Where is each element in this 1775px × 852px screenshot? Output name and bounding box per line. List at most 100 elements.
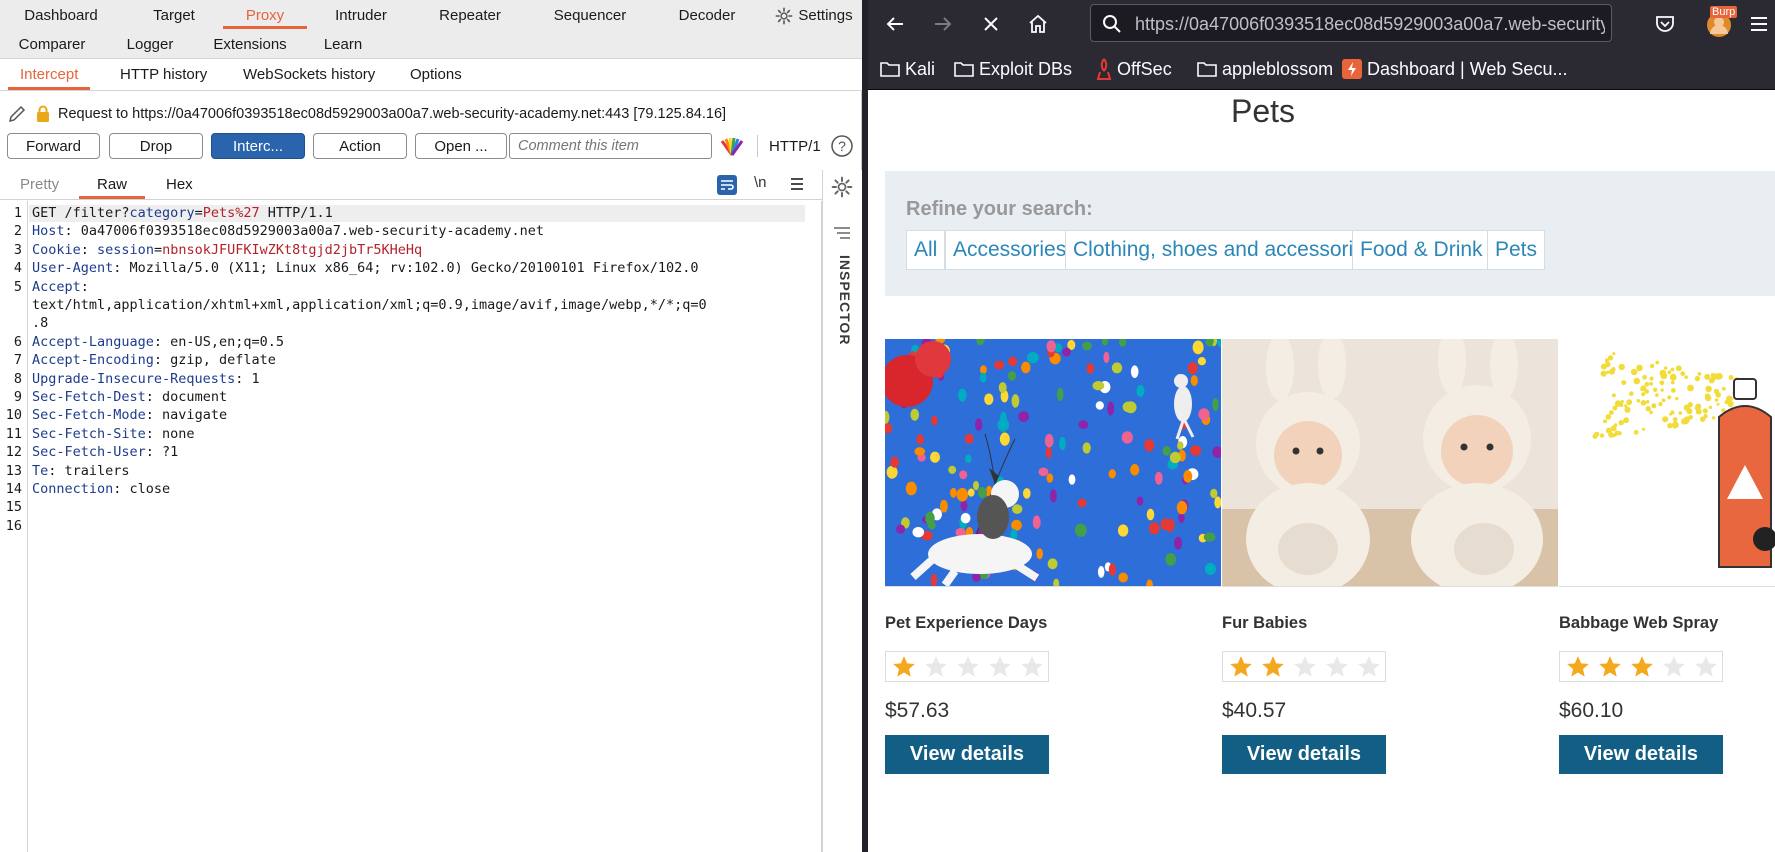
view-details-button[interactable]: View details [1222,735,1386,774]
subtab-websockets-history[interactable]: WebSockets history [243,59,375,90]
tab-comparer[interactable]: Comparer [0,31,104,58]
star-empty-icon [920,652,952,682]
pencil-icon[interactable] [6,103,28,125]
product-image-balloons-dog[interactable] [885,339,1221,587]
subtab-options[interactable]: Options [410,59,462,90]
search-icon [1103,15,1121,33]
product-price: $40.57 [1222,699,1287,722]
http-version-toggle[interactable]: HTTP/1 [769,134,821,158]
forward-button[interactable]: Forward [7,133,100,159]
menu-icon[interactable] [789,176,805,192]
line-number: 9 [13,389,22,405]
view-details-button[interactable]: View details [1559,735,1723,774]
folder-icon [954,62,974,77]
bookmark-dashboard[interactable]: Dashboard | Web Secu... [1342,58,1567,80]
portswigger-logo-icon [1342,59,1362,79]
home-icon [1029,14,1047,33]
inspector-settings-gear-icon[interactable] [831,176,853,198]
category-link-accessories[interactable]: Accessories [945,230,1075,270]
product-title: Pet Experience Days [885,614,1048,632]
tab-extensions[interactable]: Extensions [200,31,300,58]
bookmark-kali[interactable]: Kali [880,58,935,80]
inspector-panel-toggle[interactable]: INSPECTOR [829,255,853,355]
star-empty-icon [1353,652,1385,682]
inspector-list-icon[interactable] [833,226,851,240]
help-icon[interactable]: ? [830,134,854,158]
bookmark-exploit-dbs[interactable]: Exploit DBs [954,58,1072,80]
tab-pretty[interactable]: Pretty [20,170,59,199]
star-filled-icon [1626,652,1658,682]
line-number: 14 [5,481,22,497]
line-number: 15 [5,499,22,516]
star-filled-icon [1594,652,1626,682]
stop-button[interactable] [976,9,1006,39]
newline-toggle[interactable]: \n [754,174,767,191]
forward-nav-button[interactable] [928,9,958,39]
bookmark-appleblossom[interactable]: appleblossom [1197,58,1333,80]
bookmark-offsec[interactable]: OffSec [1096,58,1172,80]
back-button[interactable] [880,9,910,39]
wrap-lines-icon[interactable] [717,175,737,195]
tab-target[interactable]: Target [134,0,214,31]
tab-learn[interactable]: Learn [310,31,376,58]
web-page: Pets Refine your search: All Accessories… [868,91,1775,852]
open-browser-button[interactable]: Open ... [415,133,507,159]
request-line: Accept: [32,278,89,295]
request-line: Sec-Fetch-User: ?1 [32,444,179,461]
line-number: 1 [13,205,22,221]
tab-raw[interactable]: Raw [78,170,146,199]
request-line: Connection: close [32,481,171,497]
app-menu-button[interactable] [1744,9,1774,39]
request-line: Upgrade-Insecure-Requests: 1 [32,370,260,387]
request-line: Sec-Fetch-Mode: navigate [32,407,228,424]
drop-button[interactable]: Drop [109,133,203,159]
extension-badge: Burp [1710,6,1738,18]
category-link-food-drink[interactable]: Food & Drink [1352,230,1491,270]
arrow-right-icon [935,17,952,31]
category-link-pets[interactable]: Pets [1487,230,1546,270]
star-empty-icon [984,652,1016,682]
star-rating [1559,651,1723,682]
line-number: 13 [5,462,22,479]
star-empty-icon [1690,652,1722,682]
highlight-color-icon[interactable] [719,135,745,157]
request-line: Te: trailers [32,462,130,479]
subtab-http-history[interactable]: HTTP history [120,59,207,90]
comment-input[interactable] [509,133,712,159]
request-editor[interactable]: 1 2 3 4 5 6 7 8 9 10 11 12 13 14 15 16 GET /filter?cate… [0,201,822,852]
address-bar[interactable]: https://0a47006f0393518ec08d5929003a00a7… [1090,4,1612,42]
subtab-intercept[interactable]: Intercept [7,59,91,90]
category-link-all[interactable]: All [906,230,946,270]
star-rating [885,651,1049,682]
tab-decoder[interactable]: Decoder [667,0,747,31]
home-button[interactable] [1023,9,1053,39]
line-number: 4 [13,260,22,277]
product-image-spray-can[interactable] [1559,339,1775,587]
tab-proxy[interactable]: Proxy [223,0,307,31]
tab-intruder[interactable]: Intruder [318,0,404,31]
settings-label: Settings [798,7,853,24]
request-line: Sec-Fetch-Dest: document [32,389,228,405]
intercept-toggle-button[interactable]: Interc... [211,133,305,159]
request-line: .8 [32,315,49,332]
burp-main-tabs: Dashboard Target Proxy Intruder Repeater… [0,0,862,31]
burp-extension-button[interactable]: Burp [1704,6,1738,40]
view-details-button[interactable]: View details [885,735,1049,774]
product-image-bunny-babies[interactable] [1222,339,1558,587]
request-line: text/html,application/xhtml+xml,applicat… [32,297,707,313]
url-text: https://0a47006f0393518ec08d5929003a00a7… [1135,14,1605,34]
tab-settings[interactable]: Settings [766,0,862,31]
request-line: Host: 0a47006f0393518ec08d5929003a00a7.w… [32,223,545,240]
pocket-button[interactable] [1650,9,1680,39]
intercept-toolbar: Forward Drop Interc... Action Open ... H… [0,130,862,162]
tab-logger[interactable]: Logger [110,31,190,58]
tab-dashboard[interactable]: Dashboard [0,0,122,31]
line-number: 7 [13,352,22,369]
action-button[interactable]: Action [313,133,407,159]
tab-hex[interactable]: Hex [166,170,193,199]
tab-repeater[interactable]: Repeater [425,0,515,31]
request-line: Cookie: session=nbnsokJFUFKIwZKt8tgjd2jb… [32,241,423,258]
line-number: 11 [5,425,22,442]
category-link-clothing[interactable]: Clothing, shoes and accessories [1065,230,1384,270]
tab-sequencer[interactable]: Sequencer [545,0,635,31]
